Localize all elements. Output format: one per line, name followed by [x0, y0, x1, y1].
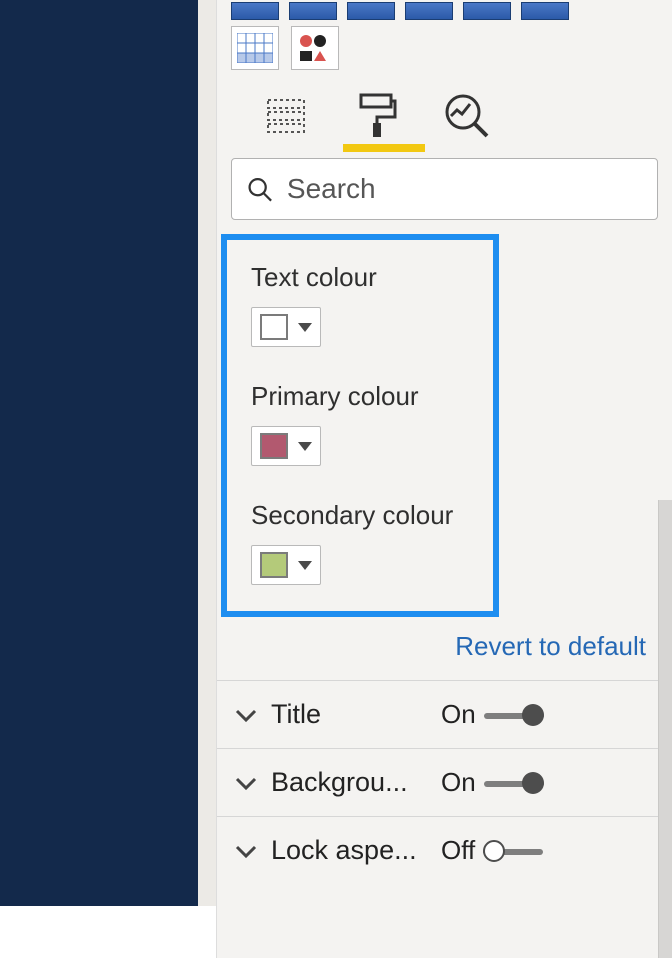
accordion-lock-aspect[interactable]: Lock aspe... Off	[217, 816, 672, 884]
analytics-tab[interactable]	[441, 90, 491, 140]
pane-scrollbar[interactable]	[658, 500, 672, 958]
primary-colour-swatch	[260, 433, 288, 459]
viz-tile-icon[interactable]	[521, 2, 569, 20]
viz-gallery-row-partial	[217, 0, 672, 20]
chevron-down-icon	[298, 561, 312, 570]
report-canvas-bottom	[0, 906, 216, 958]
viz-gallery-row	[217, 20, 672, 80]
toggle-state-text: On	[441, 699, 476, 730]
chevron-down-icon	[235, 843, 257, 859]
secondary-colour-label: Secondary colour	[251, 500, 469, 531]
paint-roller-icon	[355, 93, 397, 137]
accordion-label: Title	[271, 699, 441, 730]
viz-tile-icon[interactable]	[405, 2, 453, 20]
search-container	[231, 158, 658, 220]
search-input[interactable]	[287, 173, 643, 205]
toggle-state-text: Off	[441, 835, 475, 866]
analytics-magnifier-icon	[443, 92, 489, 138]
viz-tile-custom-icon[interactable]	[291, 26, 339, 70]
visualizations-format-pane: Text colour Primary colour Secondary col…	[216, 0, 672, 958]
lock-aspect-toggle-wrap: Off	[441, 835, 543, 866]
viz-tile-icon[interactable]	[347, 2, 395, 20]
search-box[interactable]	[231, 158, 658, 220]
viz-tile-icon[interactable]	[231, 2, 279, 20]
accordion-title[interactable]: Title On	[217, 680, 672, 748]
report-canvas-edge	[198, 0, 216, 906]
revert-to-default-container: Revert to default	[217, 617, 672, 680]
title-toggle[interactable]	[484, 704, 544, 726]
lock-aspect-toggle[interactable]	[483, 840, 543, 862]
text-colour-swatch	[260, 314, 288, 340]
report-canvas-dark[interactable]	[0, 0, 198, 906]
report-canvas-pane	[0, 0, 216, 906]
viz-tile-icon[interactable]	[463, 2, 511, 20]
viz-tile-matrix-icon[interactable]	[231, 26, 279, 70]
accordion-background[interactable]: Backgrou... On	[217, 748, 672, 816]
secondary-colour-picker[interactable]	[251, 545, 321, 585]
secondary-colour-swatch	[260, 552, 288, 578]
accordion-label: Lock aspe...	[271, 835, 441, 866]
toggle-state-text: On	[441, 767, 476, 798]
search-icon	[246, 174, 273, 204]
text-colour-picker[interactable]	[251, 307, 321, 347]
colour-section-highlight: Text colour Primary colour Secondary col…	[221, 234, 499, 617]
fields-tab[interactable]	[261, 90, 311, 140]
pane-tabs	[217, 80, 672, 152]
text-colour-label: Text colour	[251, 262, 469, 293]
revert-to-default-link[interactable]: Revert to default	[455, 631, 646, 661]
chevron-down-icon	[298, 323, 312, 332]
primary-colour-label: Primary colour	[251, 381, 469, 412]
chevron-down-icon	[235, 707, 257, 723]
background-toggle-wrap: On	[441, 767, 544, 798]
viz-tile-icon[interactable]	[289, 2, 337, 20]
accordion-label: Backgrou...	[271, 767, 441, 798]
chevron-down-icon	[235, 775, 257, 791]
title-toggle-wrap: On	[441, 699, 544, 730]
primary-colour-picker[interactable]	[251, 426, 321, 466]
format-tab[interactable]	[351, 90, 401, 140]
chevron-down-icon	[298, 442, 312, 451]
background-toggle[interactable]	[484, 772, 544, 794]
fields-icon	[265, 96, 307, 134]
